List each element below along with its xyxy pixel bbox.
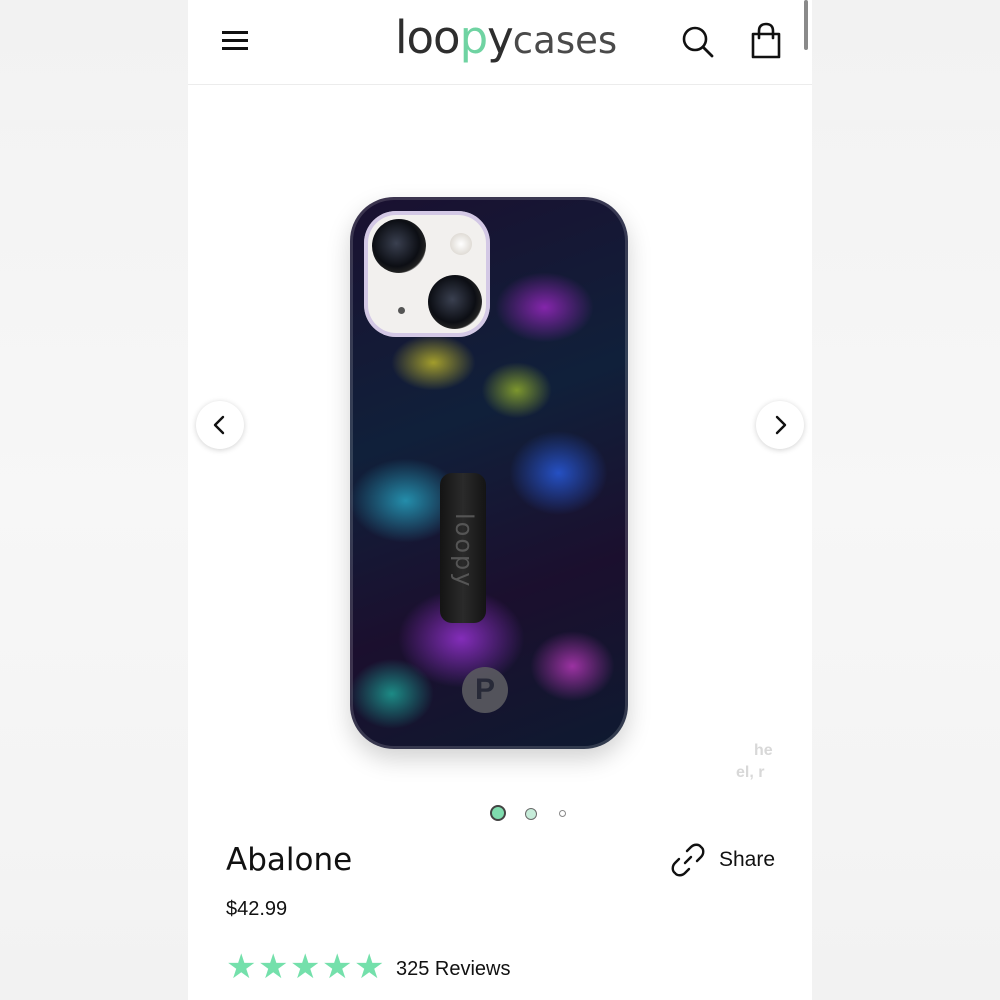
menu-icon-line-1 — [222, 31, 248, 34]
menu-icon-line-3 — [222, 47, 248, 50]
logo-loopy-part2: y — [487, 11, 514, 64]
star-icon-2: ★ — [258, 948, 289, 986]
strap-logo-badge: P — [462, 667, 508, 713]
camera-lens-2 — [428, 275, 482, 329]
logo-loopy-part1: loo — [395, 11, 461, 64]
strap-text: loopy — [450, 513, 478, 589]
product-image-abalone-case: loopy P — [350, 197, 628, 749]
carousel-pagination — [188, 805, 812, 825]
star-icon-3: ★ — [290, 948, 321, 986]
chevron-right-icon — [775, 415, 787, 435]
share-label: Share — [719, 848, 776, 871]
camera-lens-1 — [372, 219, 426, 273]
menu-button[interactable] — [220, 28, 250, 54]
peek-text-line-1: he — [754, 742, 773, 759]
star-icon-5: ★ — [354, 948, 385, 986]
loopy-strap: loopy — [440, 473, 486, 623]
carousel-dot-3[interactable] — [559, 810, 566, 817]
product-price: $42.99 — [226, 898, 288, 920]
star-icon-4: ★ — [322, 948, 353, 986]
scrollbar[interactable] — [804, 0, 808, 50]
site-header: loopycases — [188, 0, 812, 85]
camera-bump — [364, 211, 490, 337]
carousel-next-button[interactable] — [756, 401, 804, 449]
carousel-dot-2[interactable] — [525, 808, 537, 820]
peek-text-line-2: el, r — [736, 764, 765, 781]
chevron-left-icon — [213, 415, 225, 435]
product-title: Abalone — [226, 842, 353, 878]
menu-icon-line-2 — [222, 39, 248, 42]
blurred-border-right — [810, 0, 1000, 1000]
logo-loopy: loopy — [395, 11, 514, 64]
camera-flash — [450, 233, 472, 255]
next-slide-peek-text: he el, r — [736, 740, 773, 784]
search-button[interactable] — [680, 24, 716, 60]
product-page: loopycases loopy P he el, r Abalone Shar… — [188, 0, 812, 1000]
blurred-border-left — [0, 0, 190, 1000]
logo-cases: cases — [512, 19, 618, 62]
logo-loopy-p: p — [459, 11, 489, 64]
star-icon-1: ★ — [226, 948, 257, 986]
loopy-cases-logo[interactable]: loopycases — [395, 10, 617, 66]
carousel-prev-button[interactable] — [196, 401, 244, 449]
link-icon — [671, 843, 705, 877]
cart-button[interactable] — [748, 22, 784, 60]
search-icon — [682, 26, 714, 58]
shopping-bag-icon — [751, 22, 781, 59]
camera-mic — [398, 307, 405, 314]
reviews-link[interactable]: 325 Reviews — [396, 958, 511, 981]
carousel-dot-1-active[interactable] — [490, 805, 506, 821]
product-image-carousel[interactable]: loopy P he el, r — [188, 85, 812, 785]
